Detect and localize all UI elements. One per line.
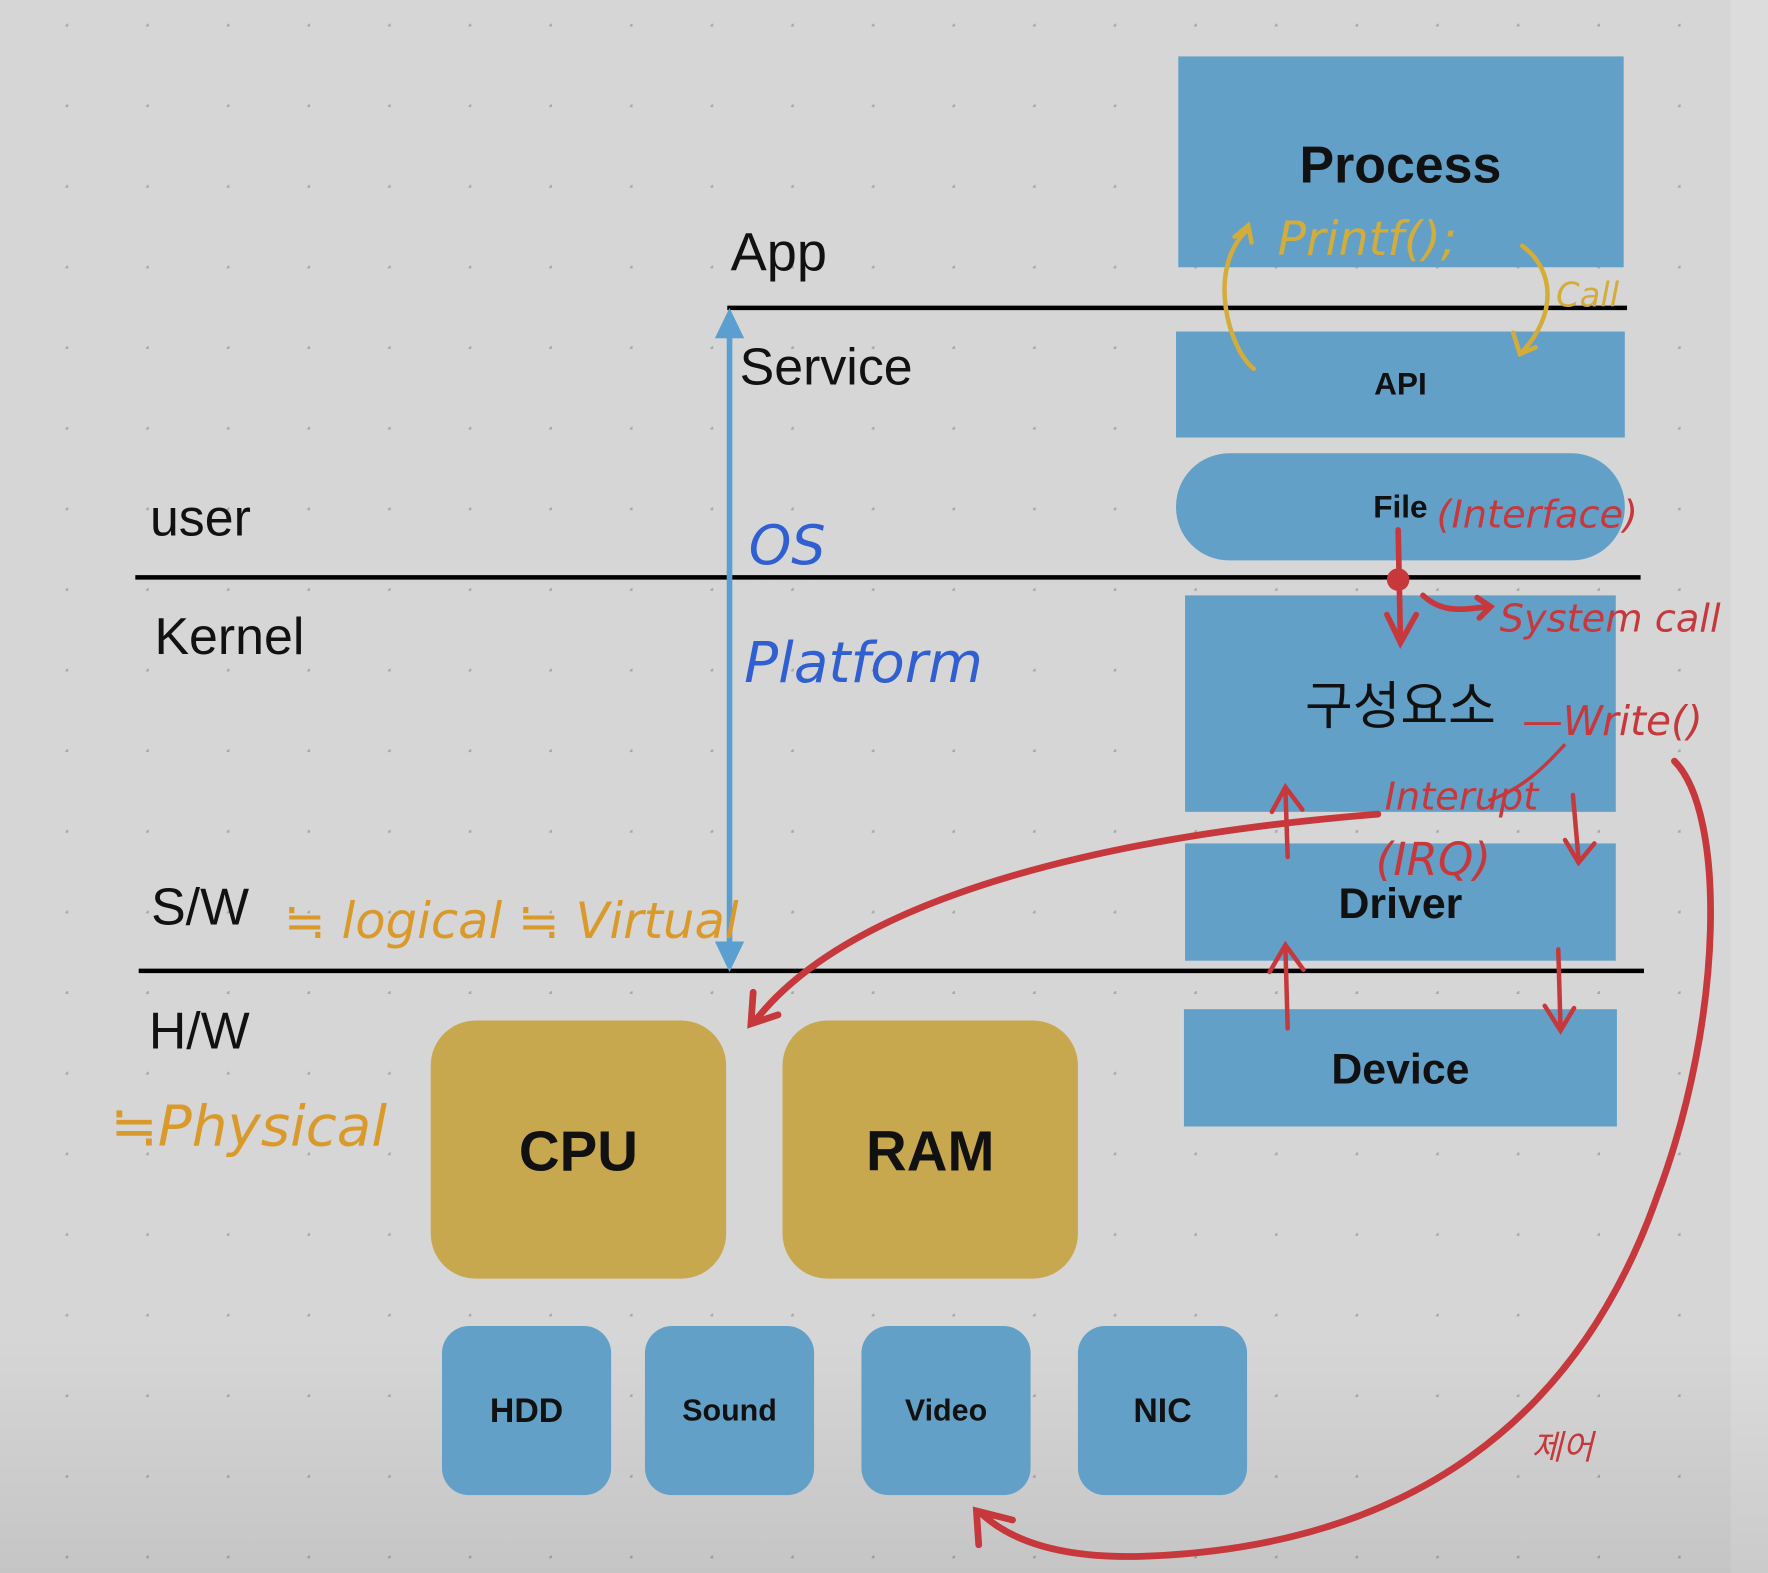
cpu-box: CPU bbox=[430, 1020, 727, 1279]
annotation-interrupt: Interupt bbox=[1385, 775, 1541, 820]
nic-box: NIC bbox=[1077, 1326, 1248, 1496]
annotation-printf: Printf(); bbox=[1278, 212, 1457, 267]
layer-label-app: App bbox=[731, 223, 827, 283]
layer-label-kernel: Kernel bbox=[154, 607, 304, 665]
layer-label-hw: H/W bbox=[149, 1002, 250, 1060]
component-label: 구성요소 bbox=[1305, 677, 1496, 735]
annotation-os: OS bbox=[749, 514, 826, 577]
driver-label: Driver bbox=[1339, 880, 1463, 928]
hdd-label: HDD bbox=[490, 1392, 563, 1430]
annotation-irq: (IRQ) bbox=[1376, 833, 1491, 886]
system-call-point bbox=[1386, 568, 1410, 591]
video-box: Video bbox=[861, 1326, 1031, 1496]
layer-label-user: user bbox=[150, 489, 251, 547]
process-label: Process bbox=[1300, 136, 1502, 194]
api-box: API bbox=[1176, 331, 1625, 438]
layer-label-sw: S/W bbox=[151, 878, 249, 936]
layer-label-service: Service bbox=[740, 338, 913, 396]
os-architecture-diagram: App Service user Kernel S/W H/W OS Platf… bbox=[0, 0, 1768, 1573]
annotation-interface: (Interface) bbox=[1437, 493, 1639, 538]
nic-label: NIC bbox=[1133, 1392, 1191, 1430]
file-label: File bbox=[1373, 489, 1427, 525]
video-label: Video bbox=[905, 1394, 987, 1428]
ram-label: RAM bbox=[866, 1119, 994, 1182]
device-box: Device bbox=[1183, 1009, 1617, 1127]
cpu-label: CPU bbox=[519, 1119, 638, 1182]
ram-box: RAM bbox=[782, 1020, 1078, 1279]
hdd-box: HDD bbox=[442, 1326, 612, 1496]
annotation-platform: Platform bbox=[744, 631, 983, 696]
sound-label: Sound bbox=[682, 1394, 777, 1428]
annotation-logical-virtual: ≒ logical ≒ Virtual bbox=[284, 892, 739, 950]
annotation-control: 제어 bbox=[1531, 1428, 1596, 1467]
device-label: Device bbox=[1331, 1046, 1469, 1094]
sound-box: Sound bbox=[644, 1326, 815, 1496]
annotation-physical: ≒Physical bbox=[111, 1095, 388, 1160]
api-label: API bbox=[1374, 366, 1427, 402]
annotation-write: —Write() bbox=[1522, 697, 1702, 745]
annotation-call: Call bbox=[1556, 276, 1620, 315]
annotation-system-call: System call bbox=[1500, 596, 1721, 641]
